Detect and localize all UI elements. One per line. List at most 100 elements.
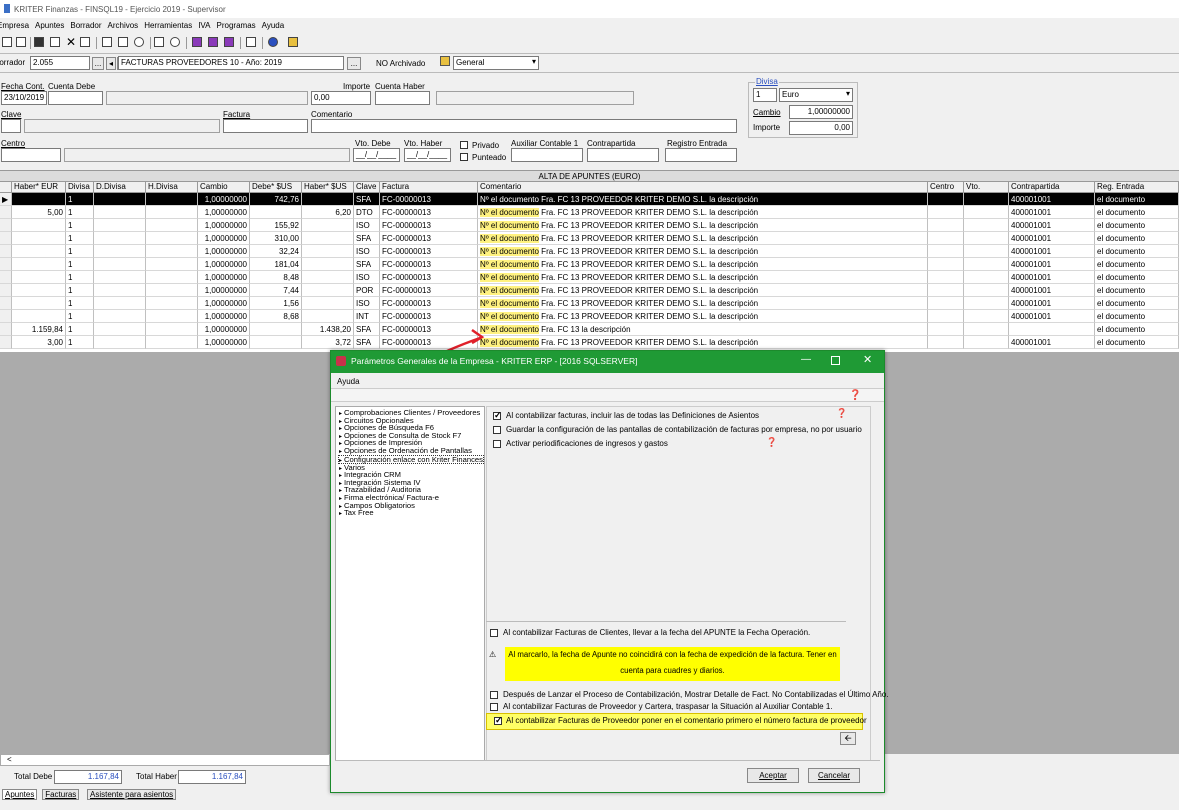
divisa-importe-input[interactable]: 0,00	[789, 121, 853, 135]
table-cell[interactable]: Nº el documento Fra. FC 13 la descripció…	[478, 323, 928, 336]
table-cell[interactable]: FC-00000013	[380, 245, 478, 258]
borrador-lookup-button[interactable]: ...	[92, 57, 104, 70]
table-cell[interactable]	[94, 297, 146, 310]
table-cell[interactable]: FC-00000013	[380, 336, 478, 349]
table-cell[interactable]: 1	[66, 284, 94, 297]
table-cell[interactable]: SFA	[354, 323, 380, 336]
table-cell[interactable]: 1,00000000	[198, 297, 250, 310]
table-cell[interactable]	[12, 193, 66, 206]
column-header[interactable]: Reg. Entrada	[1095, 182, 1179, 193]
copy-icon[interactable]	[50, 37, 60, 47]
table-cell[interactable]: SFA	[354, 193, 380, 206]
table-cell[interactable]	[964, 245, 1009, 258]
table-cell[interactable]: ISO	[354, 219, 380, 232]
table-cell[interactable]: 1,00000000	[198, 336, 250, 349]
table-cell[interactable]: 1	[66, 219, 94, 232]
table-cell[interactable]: 400001001	[1009, 193, 1095, 206]
table-cell[interactable]: 155,92	[250, 219, 302, 232]
help-icon[interactable]	[268, 37, 278, 47]
table-row[interactable]: 1.159,84 1 1,00000000 1.438,20 SFA FC-0000001…	[0, 323, 1179, 336]
table-cell[interactable]: INT	[354, 310, 380, 323]
table-cell[interactable]: ISO	[354, 271, 380, 284]
table-cell[interactable]	[12, 284, 66, 297]
table-row[interactable]: 5,00 1 1,00000000 6,20 DTO FC-00000013 Nº el d…	[0, 206, 1179, 219]
cuenta-haber-input[interactable]	[375, 91, 430, 105]
table-cell[interactable]: 1,00000000	[198, 206, 250, 219]
cambio-input[interactable]: 1,00000000	[789, 105, 853, 119]
tool-c-icon[interactable]	[224, 37, 234, 47]
table-cell[interactable]: 1	[66, 271, 94, 284]
table-cell[interactable]: el documento	[1095, 323, 1179, 336]
table-cell[interactable]: 1,00000000	[198, 219, 250, 232]
table-cell[interactable]: el documento	[1095, 232, 1179, 245]
divisa-code-input[interactable]: 1	[753, 88, 777, 102]
table-cell[interactable]: 1,00000000	[198, 323, 250, 336]
table-cell[interactable]: el documento	[1095, 258, 1179, 271]
table-cell[interactable]	[94, 258, 146, 271]
table-row[interactable]: 1 1,00000000 7,44 POR FC-00000013 Nº el docum…	[0, 284, 1179, 297]
table-cell[interactable]: FC-00000013	[380, 284, 478, 297]
clave-input[interactable]	[1, 119, 21, 133]
zoom-icon[interactable]	[80, 37, 90, 47]
table-cell[interactable]: POR	[354, 284, 380, 297]
table-cell[interactable]	[146, 297, 198, 310]
table-cell[interactable]	[146, 310, 198, 323]
table-cell[interactable]	[964, 271, 1009, 284]
table-cell[interactable]: 1,00000000	[198, 284, 250, 297]
table-cell[interactable]	[250, 336, 302, 349]
vto-haber-input[interactable]: __/__/____	[404, 148, 451, 162]
back-button[interactable]: 🡨	[840, 732, 856, 745]
table-cell[interactable]	[12, 232, 66, 245]
table-cell[interactable]	[964, 323, 1009, 336]
search-icon[interactable]	[170, 37, 180, 47]
diario-lookup-button[interactable]: ...	[347, 57, 361, 70]
table-cell[interactable]	[146, 206, 198, 219]
table-cell[interactable]	[94, 193, 146, 206]
tool-a-icon[interactable]	[192, 37, 202, 47]
view-select[interactable]: General ▾	[453, 56, 539, 70]
table-cell[interactable]: el documento	[1095, 297, 1179, 310]
table-cell[interactable]: 1	[66, 232, 94, 245]
table-cell[interactable]: 742,76	[250, 193, 302, 206]
table-cell[interactable]: 1	[66, 258, 94, 271]
table-cell[interactable]: Nº el documento Fra. FC 13 PROVEEDOR KRI…	[478, 310, 928, 323]
table-cell[interactable]: 1	[66, 245, 94, 258]
table-cell[interactable]: FC-00000013	[380, 193, 478, 206]
importe-input[interactable]: 0,00	[311, 91, 371, 105]
table-cell[interactable]: 310,00	[250, 232, 302, 245]
table-cell[interactable]: 1	[66, 193, 94, 206]
table-cell[interactable]: 400001001	[1009, 297, 1095, 310]
table-cell[interactable]	[146, 219, 198, 232]
table-row[interactable]: 3,00 1 1,00000000 3,72 SFA FC-00000013 Nº el d…	[0, 336, 1179, 349]
table-cell[interactable]	[1009, 323, 1095, 336]
table-cell[interactable]	[964, 232, 1009, 245]
tab-2[interactable]: Asistente para asientos	[87, 789, 177, 800]
table-cell[interactable]: 3,00	[12, 336, 66, 349]
table-cell[interactable]	[964, 258, 1009, 271]
proveedor-comentario-checkbox[interactable]	[494, 715, 503, 726]
table-cell[interactable]: el documento	[1095, 271, 1179, 284]
column-header[interactable]: Contrapartida	[1009, 182, 1095, 193]
table-row[interactable]: 1 1,00000000 8,68 INT FC-00000013 Nº el docum…	[0, 310, 1179, 323]
table-cell[interactable]: 3,72	[302, 336, 354, 349]
column-header[interactable]: Haber* EUR	[12, 182, 66, 193]
table-cell[interactable]: 400001001	[1009, 258, 1095, 271]
tab-1[interactable]: Facturas	[42, 789, 80, 800]
divisa-select[interactable]: Euro ▾	[779, 88, 853, 102]
table-cell[interactable]: 1,00000000	[198, 271, 250, 284]
table-cell[interactable]	[146, 232, 198, 245]
table-cell[interactable]: Nº el documento Fra. FC 13 PROVEEDOR KRI…	[478, 336, 928, 349]
find-icon[interactable]	[154, 37, 164, 47]
table-cell[interactable]: Nº el documento Fra. FC 13 PROVEEDOR KRI…	[478, 297, 928, 310]
table-cell[interactable]: Nº el documento Fra. FC 13 PROVEEDOR KRI…	[478, 219, 928, 232]
aux-input[interactable]	[511, 148, 583, 162]
table-cell[interactable]	[928, 336, 964, 349]
table-cell[interactable]: 181,04	[250, 258, 302, 271]
centro-input[interactable]	[1, 148, 61, 162]
table-cell[interactable]	[928, 323, 964, 336]
table-cell[interactable]: 400001001	[1009, 336, 1095, 349]
table-cell[interactable]: FC-00000013	[380, 297, 478, 310]
table-cell[interactable]	[928, 245, 964, 258]
table-row[interactable]: 1 1,00000000 181,04 SFA FC-00000013 Nº el doc…	[0, 258, 1179, 271]
table-cell[interactable]: 8,68	[250, 310, 302, 323]
